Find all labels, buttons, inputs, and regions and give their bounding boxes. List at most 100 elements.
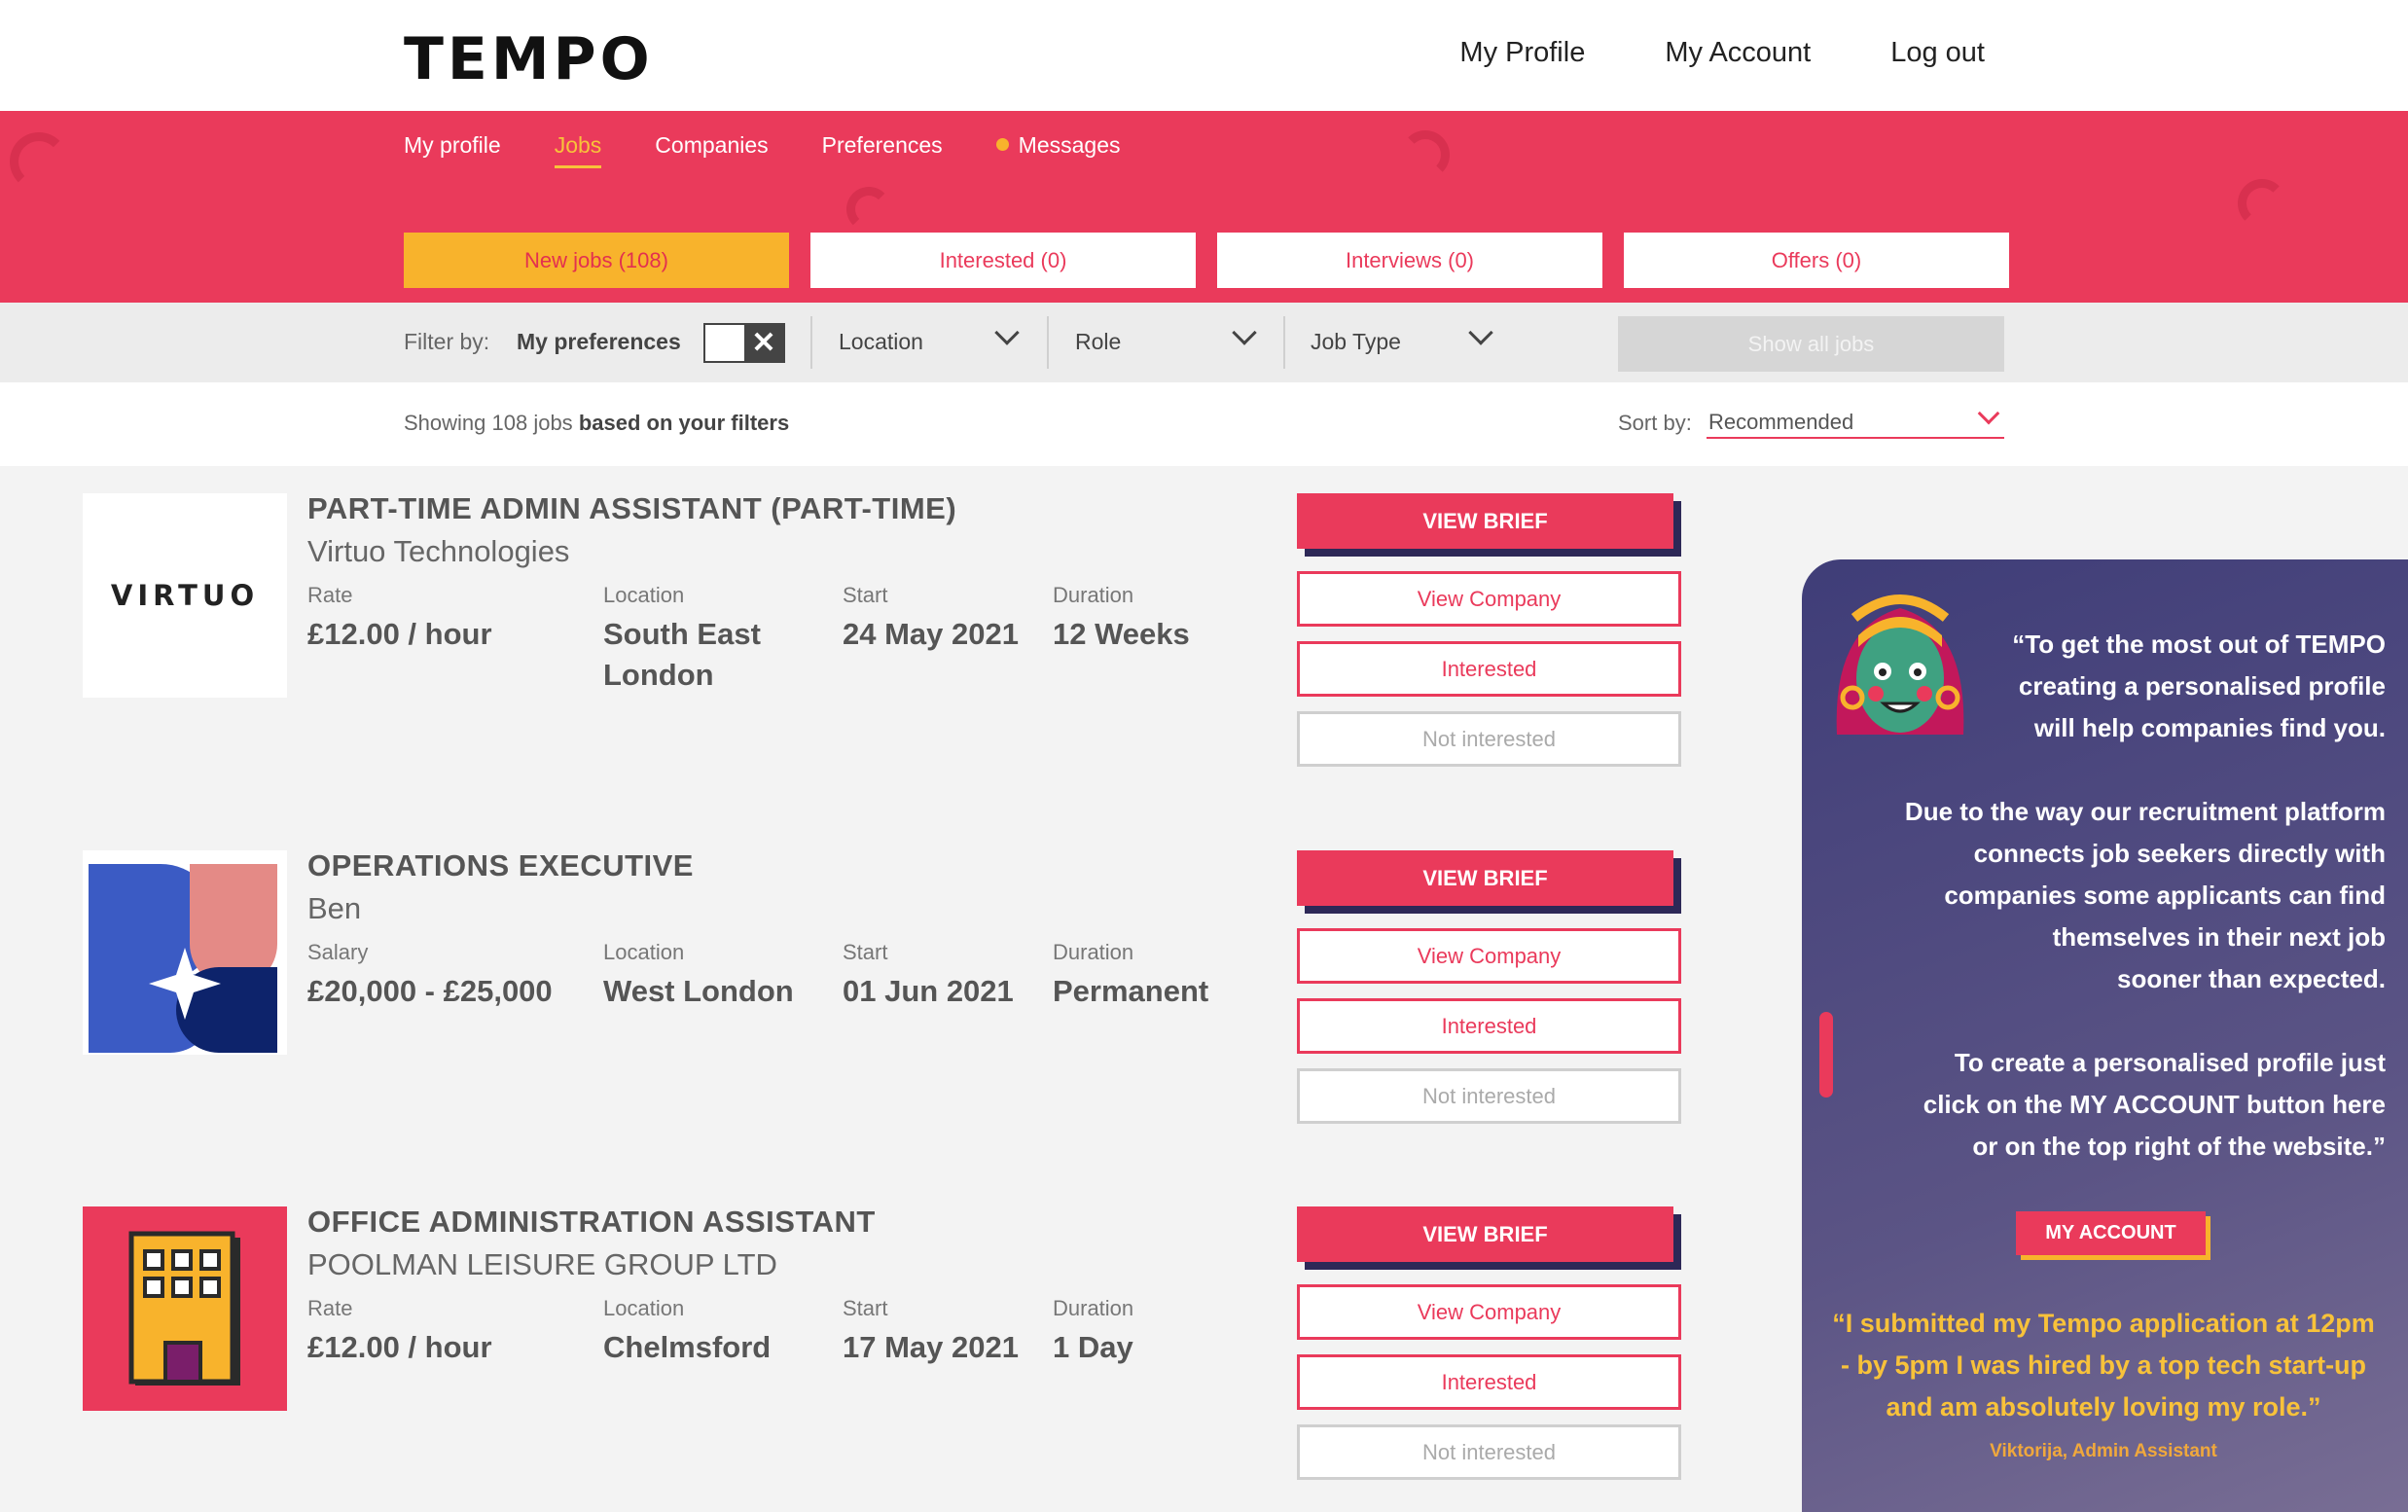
log-out-link[interactable]: Log out: [1890, 37, 1985, 69]
job-title[interactable]: PART-TIME ADMIN ASSISTANT (PART-TIME): [307, 491, 956, 526]
field-value: Permanent: [1053, 974, 1209, 1008]
job-field-location: Location South East London: [603, 583, 798, 696]
testimonial-line: “I submitted my Tempo application at 12p…: [1832, 1309, 2375, 1338]
field-value: 01 Jun 2021: [843, 974, 1014, 1008]
field-value: £12.00 / hour: [307, 617, 492, 651]
testimonial-line: and am absolutely loving my role.”: [1886, 1392, 2321, 1422]
profile-tip-panel: “To get the most out of TEMPO creating a…: [1802, 559, 2408, 1512]
field-value: 12 Weeks: [1053, 617, 1190, 651]
interested-button[interactable]: Interested: [1297, 1354, 1681, 1410]
subnav-companies[interactable]: Companies: [655, 132, 768, 159]
field-label: Rate: [307, 583, 353, 607]
job-field-rate: Rate £12.00 / hour: [307, 583, 492, 655]
field-value: £12.00 / hour: [307, 1330, 492, 1364]
view-company-button[interactable]: View Company: [1297, 928, 1681, 984]
subnav-messages[interactable]: Messages: [995, 132, 1121, 159]
field-value: Chelmsford: [603, 1330, 772, 1364]
field-label: Location: [603, 583, 685, 607]
job-field-duration: Duration Permanent: [1053, 940, 1208, 1012]
job-field-start: Start 17 May 2021: [843, 1296, 1019, 1368]
interested-button[interactable]: Interested: [1297, 998, 1681, 1054]
panel-text-line: creating a personalised profile: [2018, 671, 2386, 701]
decorative-arc: [1401, 130, 1450, 179]
field-label: Start: [843, 940, 888, 964]
my-account-button[interactable]: MY ACCOUNT: [2016, 1211, 2206, 1255]
panel-text-line: will help companies find you.: [2033, 713, 2386, 742]
virtuo-logo-text: VIRTUO: [110, 579, 260, 612]
my-preferences-label: My preferences: [517, 329, 681, 354]
field-label: Salary: [307, 940, 369, 964]
sort-select[interactable]: Recommended: [1707, 402, 2004, 439]
panel-quote: “To get the most out of TEMPO creating a…: [2012, 624, 2386, 749]
view-company-button[interactable]: View Company: [1297, 571, 1681, 627]
company-logo: [83, 1206, 287, 1411]
chevron-down-icon[interactable]: [994, 320, 1020, 345]
top-nav: My Profile My Account Log out: [1459, 37, 1985, 69]
my-profile-link[interactable]: My Profile: [1459, 37, 1585, 69]
subnav-jobs[interactable]: Jobs: [554, 132, 601, 168]
field-value: £20,000 - £25,000: [307, 974, 553, 1008]
panel-text-line: Due to the way our recruitment platform: [1904, 797, 2386, 826]
toggle-knob: [705, 325, 744, 361]
field-value: 1 Day: [1053, 1330, 1133, 1364]
building-icon: [128, 1231, 240, 1386]
job-title[interactable]: OPERATIONS EXECUTIVE: [307, 848, 694, 883]
panel-text-line: or on the top right of the website.”: [1972, 1132, 2386, 1161]
job-field-duration: Duration 1 Day: [1053, 1296, 1133, 1368]
field-value: West London: [603, 974, 794, 1008]
chevron-down-icon[interactable]: [1232, 320, 1257, 345]
job-field-rate: Rate £12.00 / hour: [307, 1296, 492, 1368]
results-summary-row: Showing 108 jobs based on your filters S…: [0, 382, 2408, 466]
close-icon: ✕: [744, 325, 783, 361]
divider: [1283, 316, 1285, 369]
tab-offers[interactable]: Offers (0): [1624, 233, 2009, 288]
tab-new-jobs[interactable]: New jobs (108): [404, 233, 789, 288]
job-title[interactable]: OFFICE ADMINISTRATION ASSISTANT: [307, 1205, 876, 1240]
field-label: Location: [603, 1296, 685, 1320]
my-account-link[interactable]: My Account: [1665, 37, 1811, 69]
role-select[interactable]: Role: [1075, 329, 1121, 355]
job-card: OPERATIONS EXECUTIVE Ben Salary £20,000 …: [0, 823, 1802, 1164]
view-company-button[interactable]: View Company: [1297, 1284, 1681, 1340]
field-label: Start: [843, 583, 888, 607]
panel-text-line: sooner than expected.: [2117, 964, 2386, 993]
sort-value: Recommended: [1708, 410, 1854, 434]
company-name: Ben: [307, 891, 362, 925]
filter-bar: Filter by: My preferences ✕ Location Rol…: [0, 303, 2408, 382]
job-card: VIRTUO PART-TIME ADMIN ASSISTANT (PART-T…: [0, 466, 1802, 807]
sub-nav: My profile Jobs Companies Preferences Me…: [404, 132, 1121, 168]
interested-button[interactable]: Interested: [1297, 641, 1681, 697]
not-interested-button[interactable]: Not interested: [1297, 1424, 1681, 1480]
decorative-arc: [2238, 179, 2286, 228]
field-value: 24 May 2021: [843, 617, 1019, 651]
show-all-jobs-button[interactable]: Show all jobs: [1618, 316, 2004, 372]
view-brief-button[interactable]: VIEW BRIEF: [1297, 1206, 1673, 1262]
tab-interested[interactable]: Interested (0): [810, 233, 1196, 288]
view-brief-button[interactable]: VIEW BRIEF: [1297, 850, 1673, 906]
job-field-duration: Duration 12 Weeks: [1053, 583, 1190, 655]
field-label: Location: [603, 940, 685, 964]
sort-label: Sort by:: [1618, 411, 1692, 435]
company-name: Virtuo Technologies: [307, 534, 570, 568]
tab-interviews[interactable]: Interviews (0): [1217, 233, 1602, 288]
subnav-messages-label: Messages: [1018, 132, 1121, 158]
subnav-preferences[interactable]: Preferences: [822, 132, 943, 159]
decorative-arc: [846, 187, 891, 232]
chevron-down-icon[interactable]: [1468, 320, 1493, 345]
panel-text-line: click on the MY ACCOUNT button here: [1923, 1090, 2386, 1119]
not-interested-button[interactable]: Not interested: [1297, 1068, 1681, 1124]
decorative-arc: [10, 132, 68, 191]
company-logo: VIRTUO: [83, 493, 287, 698]
results-count-text: Showing 108 jobs: [404, 411, 573, 435]
top-header: TEMPO My Profile My Account Log out: [0, 0, 2408, 111]
location-select[interactable]: Location: [839, 329, 923, 355]
panel-instructions: To create a personalised profile just cl…: [1923, 1042, 2386, 1168]
not-interested-button[interactable]: Not interested: [1297, 711, 1681, 767]
view-brief-button[interactable]: VIEW BRIEF: [1297, 493, 1673, 549]
subnav-my-profile[interactable]: My profile: [404, 132, 501, 159]
job-type-select[interactable]: Job Type: [1311, 329, 1401, 355]
preferences-toggle[interactable]: ✕: [703, 323, 785, 363]
hero-band: My profile Jobs Companies Preferences Me…: [0, 111, 2408, 303]
field-label: Duration: [1053, 1296, 1134, 1320]
tempo-logo[interactable]: TEMPO: [404, 25, 654, 93]
